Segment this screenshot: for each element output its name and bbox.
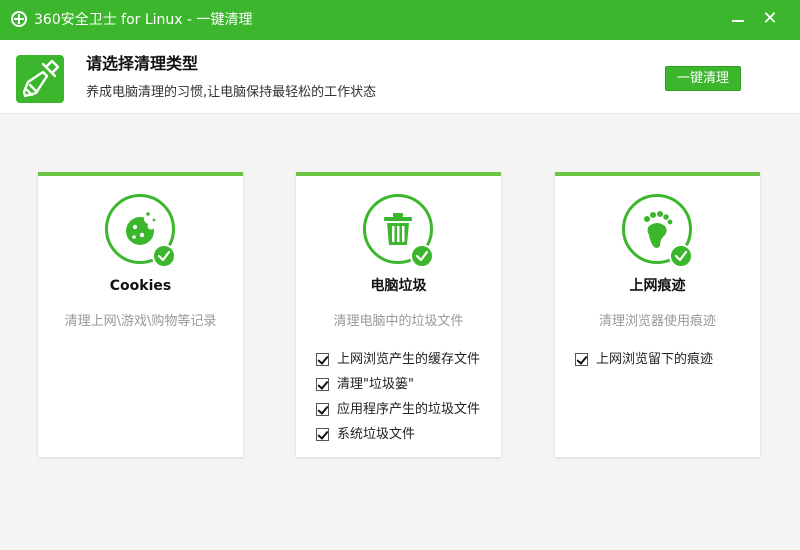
card-description: 清理浏览器使用痕迹 [598, 314, 716, 329]
checkbox[interactable] [575, 353, 588, 366]
header-panel: 请选择清理类型 养成电脑清理的习惯,让电脑保持最轻松的工作状态 一键清理 [0, 40, 800, 114]
title-bar: 360安全卫士 for Linux - 一键清理 ✕ [0, 0, 800, 40]
card-description: 清理上网\游戏\购物等记录 [64, 314, 217, 329]
broom-icon [16, 55, 64, 103]
card-title: Cookies [109, 278, 172, 294]
card-description: 清理电脑中的垃圾文件 [333, 314, 464, 329]
window-title: 360安全卫士 for Linux - 一键清理 [34, 12, 253, 28]
option-browsing-traces[interactable]: 上网浏览留下的痕迹 [575, 347, 713, 372]
checkbox[interactable] [316, 403, 329, 416]
page-title: 请选择清理类型 [86, 54, 199, 73]
cookies-card[interactable]: Cookies 清理上网\游戏\购物等记录 [38, 172, 243, 457]
option-label: 上网浏览留下的痕迹 [596, 351, 714, 367]
option-recycle-bin[interactable]: 清理"垃圾篓" [316, 372, 480, 397]
option-label: 上网浏览产生的缓存文件 [337, 351, 481, 367]
traces-options-list: 上网浏览留下的痕迹 [575, 347, 713, 372]
close-button[interactable]: ✕ [758, 8, 782, 32]
option-label: 清理"垃圾篓" [337, 376, 414, 392]
traces-check-icon[interactable] [669, 244, 693, 268]
option-label: 系统垃圾文件 [337, 426, 416, 442]
minimize-button[interactable] [726, 8, 750, 32]
page-subtitle: 养成电脑清理的习惯,让电脑保持最轻松的工作状态 [86, 85, 377, 100]
checkbox[interactable] [316, 378, 329, 391]
option-system-junk[interactable]: 系统垃圾文件 [316, 422, 480, 447]
browsing-traces-card[interactable]: 上网痕迹 清理浏览器使用痕迹 上网浏览留下的痕迹 [555, 172, 760, 457]
computer-junk-card[interactable]: 电脑垃圾 清理电脑中的垃圾文件 上网浏览产生的缓存文件 清理"垃圾篓" 应用程序… [296, 172, 501, 457]
one-click-clean-button[interactable]: 一键清理 [665, 66, 741, 91]
checkbox[interactable] [316, 428, 329, 441]
option-label: 应用程序产生的垃圾文件 [337, 401, 481, 417]
app-logo-icon [11, 11, 27, 27]
minimize-icon [732, 20, 744, 22]
card-title: 上网痕迹 [629, 278, 686, 294]
option-browser-cache[interactable]: 上网浏览产生的缓存文件 [316, 347, 480, 372]
cookies-check-icon[interactable] [152, 244, 176, 268]
option-app-junk[interactable]: 应用程序产生的垃圾文件 [316, 397, 480, 422]
card-title: 电脑垃圾 [370, 278, 427, 294]
junk-check-icon[interactable] [410, 244, 434, 268]
checkbox[interactable] [316, 353, 329, 366]
junk-options-list: 上网浏览产生的缓存文件 清理"垃圾篓" 应用程序产生的垃圾文件 系统垃圾文件 [316, 347, 480, 447]
